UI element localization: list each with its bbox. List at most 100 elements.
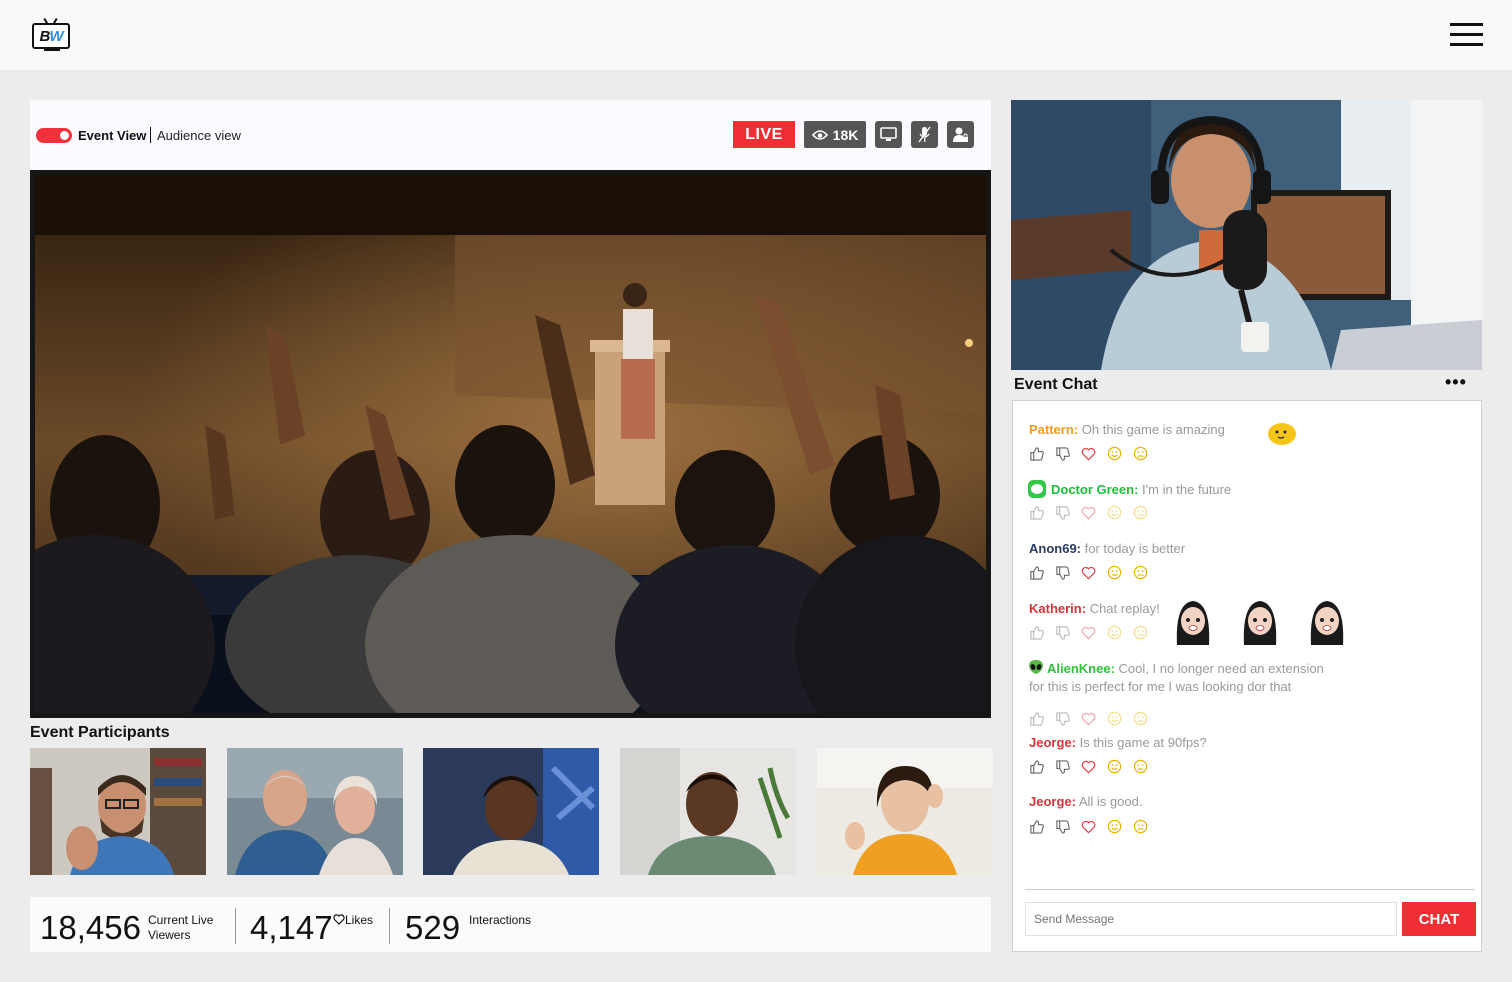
- girl-emoji-icon: [1176, 601, 1210, 645]
- participant-thumbnail[interactable]: [817, 748, 993, 875]
- heart-icon[interactable]: [1081, 819, 1097, 835]
- dislike-icon[interactable]: [1055, 625, 1071, 641]
- mic-mute-button[interactable]: [911, 121, 938, 148]
- reaction-row: [1029, 446, 1149, 462]
- dislike-icon[interactable]: [1055, 446, 1071, 462]
- mic-muted-icon: [918, 126, 931, 143]
- send-message-input[interactable]: [1025, 902, 1397, 936]
- heart-icon[interactable]: [1081, 505, 1097, 521]
- sad-icon[interactable]: [1133, 759, 1149, 775]
- chat-username: Pattern:: [1029, 422, 1079, 437]
- heart-icon[interactable]: [1081, 565, 1097, 581]
- sad-icon[interactable]: [1133, 625, 1149, 641]
- like-icon[interactable]: [1029, 819, 1045, 835]
- chat-title: Event Chat: [1014, 376, 1098, 393]
- dislike-icon[interactable]: [1055, 711, 1071, 727]
- alien-icon: [1029, 660, 1043, 674]
- user-lock-icon: [953, 127, 968, 142]
- interactions-value: 529: [405, 909, 461, 946]
- screen-share-button[interactable]: [875, 121, 902, 148]
- viewers-value: 18,456: [40, 909, 141, 946]
- like-icon[interactable]: [1029, 505, 1045, 521]
- event-header: Event View Audience view LIVE 18K: [30, 100, 991, 170]
- dislike-icon[interactable]: [1055, 565, 1071, 581]
- more-options-icon[interactable]: •••: [1445, 373, 1467, 391]
- chat-text: I'm in the future: [1142, 482, 1232, 497]
- audience-view-label[interactable]: Audience view: [157, 128, 241, 143]
- participant-photo: [30, 748, 206, 875]
- reaction-row: [1029, 759, 1149, 775]
- smile-icon[interactable]: [1107, 505, 1123, 521]
- live-badge: LIVE: [733, 121, 795, 148]
- chat-username: Jeorge:: [1029, 735, 1076, 750]
- smile-icon[interactable]: [1107, 711, 1123, 727]
- sad-icon[interactable]: [1133, 565, 1149, 581]
- viewers-count: 18K: [832, 126, 859, 143]
- sad-icon[interactable]: [1133, 711, 1149, 727]
- viewers-label-line2: Viewers: [148, 928, 191, 942]
- main-video-stream[interactable]: [30, 170, 991, 718]
- viewers-label-line1: Current Live: [148, 913, 214, 927]
- smile-icon[interactable]: [1107, 759, 1123, 775]
- eye-icon: [811, 129, 828, 140]
- hamburger-menu-icon[interactable]: [1450, 23, 1483, 47]
- viewers-badge: 18K: [804, 121, 866, 148]
- heart-outline-icon: [333, 914, 345, 925]
- like-icon[interactable]: [1029, 711, 1045, 727]
- participant-thumbnail[interactable]: [423, 748, 599, 875]
- chat-username: Jeorge:: [1029, 794, 1076, 809]
- smile-icon[interactable]: [1107, 446, 1123, 462]
- participant-photo: [227, 748, 403, 875]
- smile-icon[interactable]: [1107, 625, 1123, 641]
- participant-photo: [817, 748, 993, 875]
- heart-icon[interactable]: [1081, 711, 1097, 727]
- top-bar: BW: [0, 0, 1512, 70]
- like-icon[interactable]: [1029, 759, 1045, 775]
- heart-icon[interactable]: [1081, 446, 1097, 462]
- blob-emoji-icon: [1268, 423, 1296, 445]
- participant-thumbnail[interactable]: [620, 748, 796, 875]
- view-toggle[interactable]: [36, 128, 72, 143]
- sad-icon[interactable]: [1133, 446, 1149, 462]
- heart-icon[interactable]: [1081, 759, 1097, 775]
- like-icon[interactable]: [1029, 565, 1045, 581]
- interactions-label: Interactions: [469, 913, 532, 927]
- divider: [389, 908, 390, 944]
- host-video-stream[interactable]: [1011, 100, 1482, 370]
- reaction-row: [1029, 505, 1149, 521]
- smile-icon[interactable]: [1107, 565, 1123, 581]
- participants-title: Event Participants: [30, 724, 170, 741]
- chat-message: AlienKnee: Cool, I no longer need an ext…: [1047, 661, 1324, 676]
- divider: [150, 127, 151, 143]
- dislike-icon[interactable]: [1055, 819, 1071, 835]
- chat-panel: Pattern: Oh this game is amazing Doctor …: [1012, 400, 1482, 952]
- chat-message: Jeorge: Is this game at 90fps?: [1029, 735, 1207, 750]
- sad-icon[interactable]: [1133, 819, 1149, 835]
- dislike-icon[interactable]: [1055, 759, 1071, 775]
- message-bubble-icon: [1028, 480, 1046, 498]
- smile-icon[interactable]: [1107, 819, 1123, 835]
- chat-message: Pattern: Oh this game is amazing: [1029, 422, 1225, 437]
- sad-icon[interactable]: [1133, 505, 1149, 521]
- chat-username: Anon69:: [1029, 541, 1081, 556]
- girl-emoji-icon: [1243, 601, 1277, 645]
- participant-thumbnail[interactable]: [30, 748, 206, 875]
- chat-text: Is this game at 90fps?: [1079, 735, 1207, 750]
- girl-emoji-icon: [1310, 601, 1344, 645]
- chat-message: Doctor Green: I'm in the future: [1051, 482, 1231, 497]
- heart-icon[interactable]: [1081, 625, 1097, 641]
- user-settings-button[interactable]: [947, 121, 974, 148]
- participant-thumbnail[interactable]: [227, 748, 403, 875]
- chat-text-continued: for this is perfect for me I was looking…: [1029, 679, 1292, 694]
- participant-photo: [423, 748, 599, 875]
- logo-letter-w: W: [49, 27, 63, 45]
- like-icon[interactable]: [1029, 446, 1045, 462]
- likes-label: Likes: [345, 913, 374, 927]
- chat-send-button[interactable]: CHAT: [1402, 902, 1476, 936]
- dislike-icon[interactable]: [1055, 505, 1071, 521]
- auditorium-video-frame: [35, 175, 986, 713]
- like-icon[interactable]: [1029, 625, 1045, 641]
- chat-message: Jeorge: All is good.: [1029, 794, 1142, 809]
- tv-logo-icon[interactable]: BW: [32, 17, 72, 52]
- event-view-label[interactable]: Event View: [78, 128, 146, 143]
